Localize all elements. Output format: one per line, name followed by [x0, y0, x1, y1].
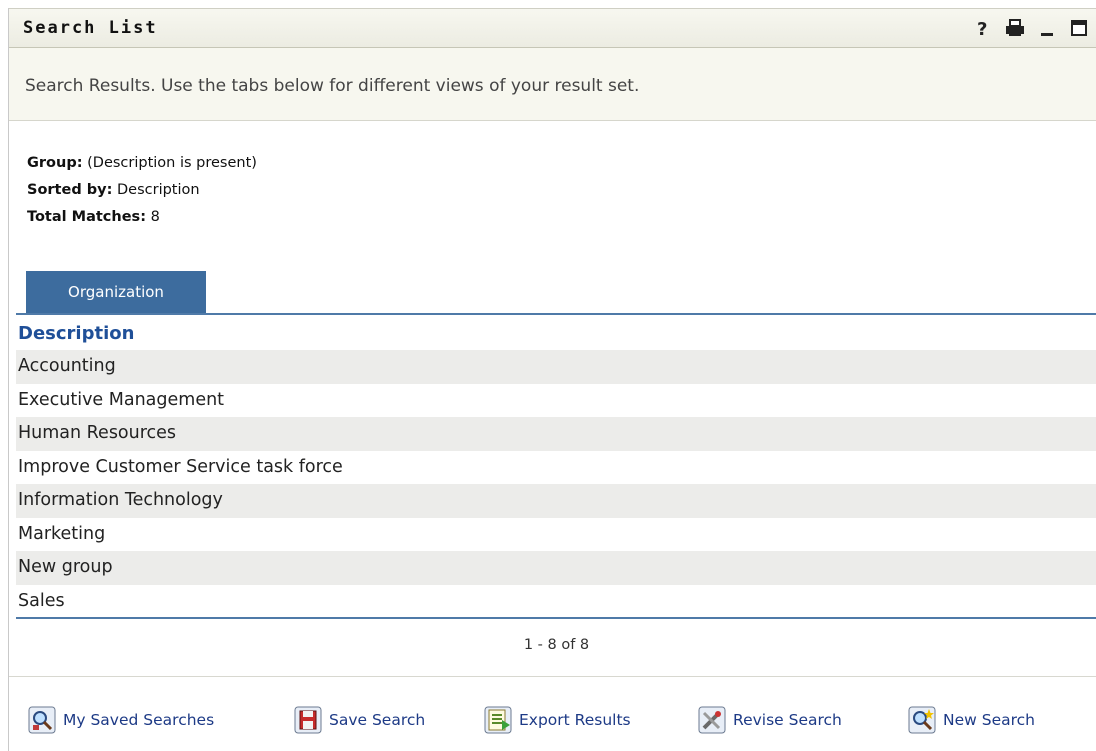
- group-line: Group: (Description is present): [27, 149, 257, 178]
- new-search-button[interactable]: New Search: [907, 705, 1035, 735]
- saved-searches-icon: [27, 705, 57, 735]
- my-saved-searches-label: My Saved Searches: [63, 711, 215, 729]
- table-row[interactable]: New group: [16, 551, 1096, 585]
- sorted-line: Sorted by: Description: [27, 176, 257, 205]
- print-icon[interactable]: [1005, 17, 1025, 39]
- revise-icon: [697, 705, 727, 735]
- results-rows: Accounting Executive Management Human Re…: [16, 350, 1096, 618]
- table-row[interactable]: Accounting: [16, 350, 1096, 384]
- table-row[interactable]: Sales: [16, 584, 1096, 618]
- title-bar: Search List ?: [9, 8, 1096, 48]
- save-icon: [293, 705, 323, 735]
- results-table: Description Accounting Executive Managem…: [16, 318, 1096, 618]
- tab-organization[interactable]: Organization: [26, 271, 206, 313]
- revise-search-button[interactable]: Revise Search: [697, 705, 842, 735]
- revise-search-label: Revise Search: [733, 711, 842, 729]
- group-value: (Description is present): [87, 155, 257, 171]
- my-saved-searches-button[interactable]: My Saved Searches: [27, 705, 214, 735]
- tab-bar: Organization: [16, 270, 1096, 315]
- export-results-label: Export Results: [519, 711, 631, 729]
- table-bottom-rule: [16, 617, 1096, 619]
- help-icon[interactable]: ?: [973, 17, 993, 39]
- total-value: 8: [150, 209, 160, 225]
- table-row[interactable]: Information Technology: [16, 484, 1096, 518]
- table-row[interactable]: Executive Management: [16, 383, 1096, 417]
- column-header-description[interactable]: Description: [16, 318, 1096, 350]
- table-row[interactable]: Marketing: [16, 517, 1096, 551]
- save-search-label: Save Search: [329, 711, 426, 729]
- total-label: Total Matches:: [27, 209, 146, 225]
- search-list-portlet: Search List ? Search Results. Use the ta…: [8, 8, 1096, 751]
- save-search-button[interactable]: Save Search: [293, 705, 425, 735]
- new-search-label: New Search: [943, 711, 1035, 729]
- svg-text:?: ?: [977, 19, 987, 38]
- minimize-icon[interactable]: [1037, 17, 1057, 39]
- search-summary: Group: (Description is present) Sorted b…: [27, 149, 257, 232]
- total-line: Total Matches: 8: [27, 203, 257, 232]
- sorted-value: Description: [117, 182, 200, 198]
- group-label: Group:: [27, 155, 83, 171]
- table-row[interactable]: Human Resources: [16, 417, 1096, 451]
- intro-panel: Search Results. Use the tabs below for d…: [9, 48, 1096, 121]
- sorted-label: Sorted by:: [27, 182, 113, 198]
- pagination-text: 1 - 8 of 8: [523, 637, 590, 653]
- new-search-icon: [907, 705, 937, 735]
- window-controls: ?: [973, 17, 1089, 39]
- intro-text: Search Results. Use the tabs below for d…: [25, 76, 640, 96]
- action-bar: My Saved Searches Save Search Export Res…: [9, 676, 1096, 751]
- table-row[interactable]: Improve Customer Service task force: [16, 450, 1096, 484]
- maximize-icon[interactable]: [1069, 17, 1089, 39]
- export-icon: [483, 705, 513, 735]
- export-results-button[interactable]: Export Results: [483, 705, 631, 735]
- window-title: Search List: [23, 18, 158, 38]
